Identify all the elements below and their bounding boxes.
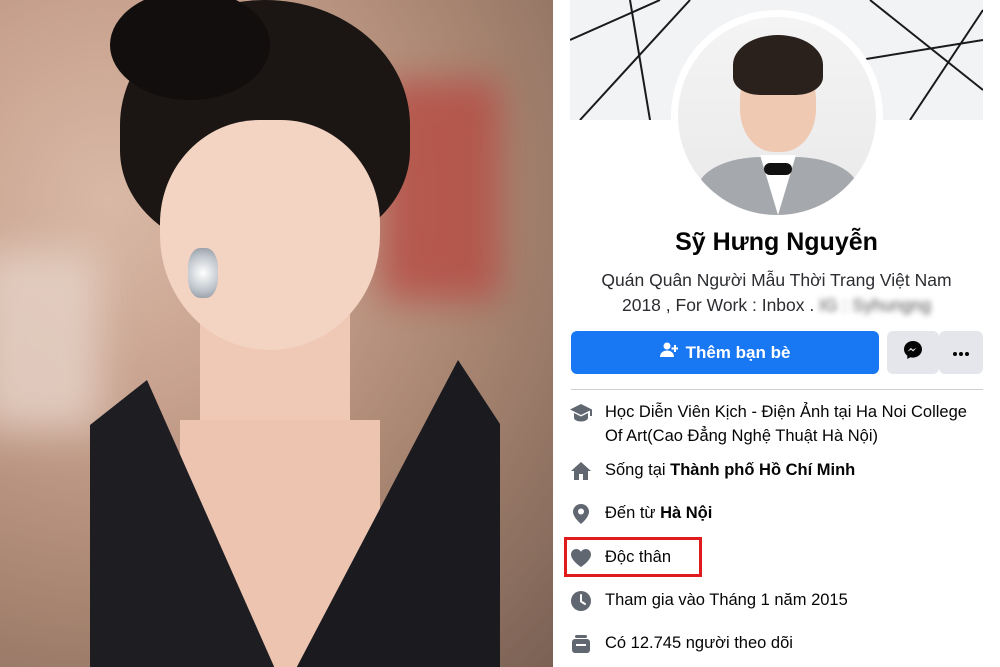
avatar-bowtie [764, 163, 792, 175]
home-icon [568, 458, 594, 484]
info-joined: Tham gia vào Tháng 1 năm 2015 [553, 588, 1000, 616]
info-education: Học Diễn Viên Kịch - Điện Ảnh tại Ha Noi… [553, 400, 1000, 450]
avatar [678, 17, 876, 215]
clock-icon [568, 588, 594, 614]
more-options-button[interactable] [939, 331, 983, 374]
hometown-text: Đến từ Hà Nội [605, 501, 712, 525]
bio-blurred-handle: IG : Syhungng [819, 295, 932, 315]
hometown-link[interactable]: Hà Nội [660, 504, 712, 522]
education-line-2: Of Art(Cao Đẳng Nghệ Thuật Hà Nội) [605, 427, 878, 445]
info-hometown: Đến từ Hà Nội [553, 501, 1000, 529]
education-text: Học Diễn Viên Kịch - Điện Ảnh tại Ha Noi… [605, 400, 967, 448]
profile-name: Sỹ Hưng Nguyễn [675, 228, 878, 256]
add-friend-button[interactable]: Thêm bạn bè [571, 331, 879, 374]
background-bokeh [0, 250, 100, 430]
education-line-1: Học Diễn Viên Kịch - Điện Ảnh tại Ha Noi… [605, 403, 967, 421]
add-friend-label: Thêm bạn bè [685, 342, 791, 362]
person-add-icon [659, 342, 679, 363]
section-divider [571, 389, 983, 390]
followers-text: Có 12.745 người theo dõi [605, 634, 793, 652]
current-city-link[interactable]: Thành phố Hồ Chí Minh [670, 461, 855, 479]
more-icon [952, 344, 970, 362]
profile-bio: Quán Quân Người Mẫu Thời Trang Việt Nam … [573, 268, 980, 318]
graduation-cap-icon [568, 400, 594, 426]
current-city-text: Sống tại Thành phố Hồ Chí Minh [605, 458, 855, 482]
current-city-prefix: Sống tại [605, 461, 671, 479]
followers-icon [568, 631, 594, 657]
earring [188, 248, 218, 298]
info-followers: Có 12.745 người theo dõi [553, 631, 1000, 659]
highlight-box [564, 537, 702, 577]
message-button[interactable] [887, 331, 939, 374]
bio-line-2: 2018 , For Work : Inbox . IG : Syhungng [573, 293, 980, 318]
joined-text: Tham gia vào Tháng 1 năm 2015 [605, 591, 848, 609]
bio-line-2-text: 2018 , For Work : Inbox . [621, 295, 815, 315]
messenger-icon [903, 340, 923, 365]
face [160, 120, 380, 350]
bio-line-1: Quán Quân Người Mẫu Thời Trang Việt Nam [601, 270, 952, 290]
hometown-prefix: Đến từ [605, 504, 661, 522]
woman-portrait-photo [0, 0, 553, 667]
avatar-hair [733, 35, 823, 95]
location-pin-icon [568, 501, 594, 527]
info-current-city: Sống tại Thành phố Hồ Chí Minh [553, 458, 1000, 486]
profile-picture[interactable] [671, 10, 883, 222]
